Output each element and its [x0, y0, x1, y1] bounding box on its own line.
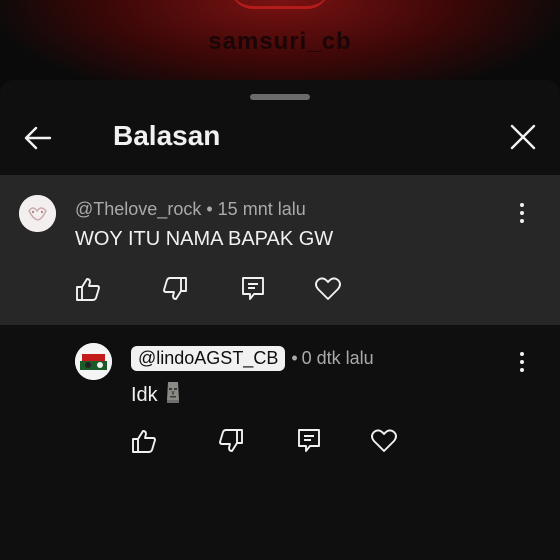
replies-sheet: Balasan @Thelove_rock • 15 mnt lalu WOY …	[0, 80, 560, 560]
moai-icon	[164, 380, 182, 410]
arrow-left-icon	[24, 126, 52, 150]
channel-watermark: samsuri_cb	[208, 28, 352, 55]
reply-button[interactable]	[239, 274, 267, 302]
close-button[interactable]	[508, 122, 538, 152]
reply-icon	[298, 429, 320, 452]
comment-time: 15 mnt lalu	[217, 199, 306, 219]
heart-icon	[315, 277, 341, 300]
dislike-button[interactable]	[217, 427, 245, 455]
like-button[interactable]	[74, 275, 102, 303]
dislike-button[interactable]	[161, 275, 189, 303]
meta-separator: •	[291, 348, 298, 368]
drag-handle[interactable]	[250, 94, 310, 100]
comment-text-row: Idk	[131, 380, 182, 410]
heart-button[interactable]	[314, 275, 342, 303]
comment-time: 0 dtk lalu	[301, 348, 374, 368]
reply-comment: @lindoAGST_CB • 0 dtk lalu Idk	[0, 325, 560, 475]
back-button[interactable]	[22, 122, 54, 154]
reply-button[interactable]	[295, 426, 323, 454]
comment-text: Idk	[131, 383, 158, 406]
like-icon	[76, 278, 100, 301]
channel-logo-arc	[230, 0, 330, 9]
comment-text: WOY ITU NAMA BAPAK GW	[75, 228, 334, 250]
more-options-button[interactable]	[512, 201, 532, 225]
parent-comment: @Thelove_rock • 15 mnt lalu WOY ITU NAMA…	[0, 175, 560, 325]
avatar-image	[75, 343, 112, 380]
like-button[interactable]	[130, 427, 158, 455]
dislike-icon	[163, 277, 187, 300]
heart-icon	[371, 429, 397, 452]
heart-button[interactable]	[370, 427, 398, 455]
like-icon	[132, 430, 156, 453]
sheet-header: Balasan	[0, 110, 560, 164]
meta-separator: •	[206, 199, 213, 219]
avatar[interactable]	[19, 195, 56, 232]
more-vert-icon	[520, 203, 524, 223]
avatar-image	[19, 195, 56, 232]
mention-chip[interactable]: @lindoAGST_CB	[131, 346, 286, 371]
more-options-button[interactable]	[512, 350, 532, 374]
reply-icon	[242, 277, 264, 300]
dislike-icon	[219, 429, 243, 452]
close-icon	[510, 124, 536, 150]
sheet-title: Balasan	[113, 120, 221, 151]
comment-meta: @lindoAGST_CB • 0 dtk lalu	[131, 346, 374, 371]
comment-meta: @Thelove_rock • 15 mnt lalu	[75, 199, 306, 220]
more-vert-icon	[520, 352, 524, 372]
avatar[interactable]	[75, 343, 112, 380]
comment-author[interactable]: @Thelove_rock	[75, 199, 201, 219]
